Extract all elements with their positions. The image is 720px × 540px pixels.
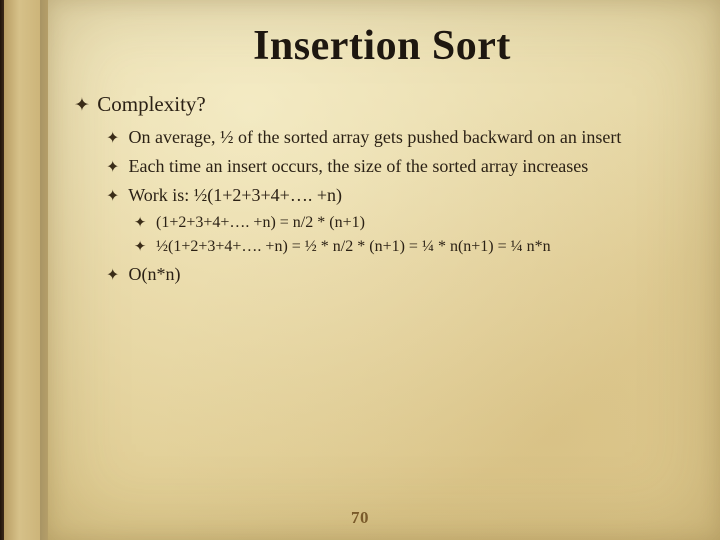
bullet-big-o: ✦ O(n*n) xyxy=(106,262,692,287)
bullet-average: ✦ On average, ½ of the sorted array gets… xyxy=(106,125,692,150)
bullet-text: Work is: ½(1+2+3+4+…. +n) xyxy=(128,185,342,205)
bullet-text: Each time an insert occurs, the size of … xyxy=(129,156,589,176)
diamond-bullet-icon: ✦ xyxy=(106,186,124,208)
diamond-bullet-icon: ✦ xyxy=(74,94,92,117)
page-number: 70 xyxy=(0,508,720,528)
diamond-bullet-icon: ✦ xyxy=(134,214,152,233)
bullet-text: O(n*n) xyxy=(129,264,181,284)
slide-title: Insertion Sort xyxy=(72,22,692,70)
book-spine xyxy=(0,0,48,540)
diamond-bullet-icon: ✦ xyxy=(106,157,124,179)
bullet-work-is: ✦ Work is: ½(1+2+3+4+…. +n) xyxy=(106,183,692,208)
diamond-bullet-icon: ✦ xyxy=(106,265,124,287)
slide-frame: Insertion Sort ✦ Complexity? ✦ On averag… xyxy=(0,0,720,540)
diamond-bullet-icon: ✦ xyxy=(134,238,152,257)
slide-content: Insertion Sort ✦ Complexity? ✦ On averag… xyxy=(72,22,692,520)
bullet-text: Complexity? xyxy=(97,92,206,116)
diamond-bullet-icon: ✦ xyxy=(106,128,124,150)
bullet-each-insert: ✦ Each time an insert occurs, the size o… xyxy=(106,154,692,179)
bullet-text: On average, ½ of the sorted array gets p… xyxy=(129,127,622,147)
bullet-text: ½(1+2+3+4+…. +n) = ½ * n/2 * (n+1) = ¼ *… xyxy=(156,238,551,255)
bullet-complexity: ✦ Complexity? xyxy=(74,92,692,117)
bullet-half-formula: ✦ ½(1+2+3+4+…. +n) = ½ * n/2 * (n+1) = ¼… xyxy=(134,236,692,258)
bullet-sum-formula: ✦ (1+2+3+4+…. +n) = n/2 * (n+1) xyxy=(134,212,692,234)
bullet-text: (1+2+3+4+…. +n) = n/2 * (n+1) xyxy=(156,214,365,231)
